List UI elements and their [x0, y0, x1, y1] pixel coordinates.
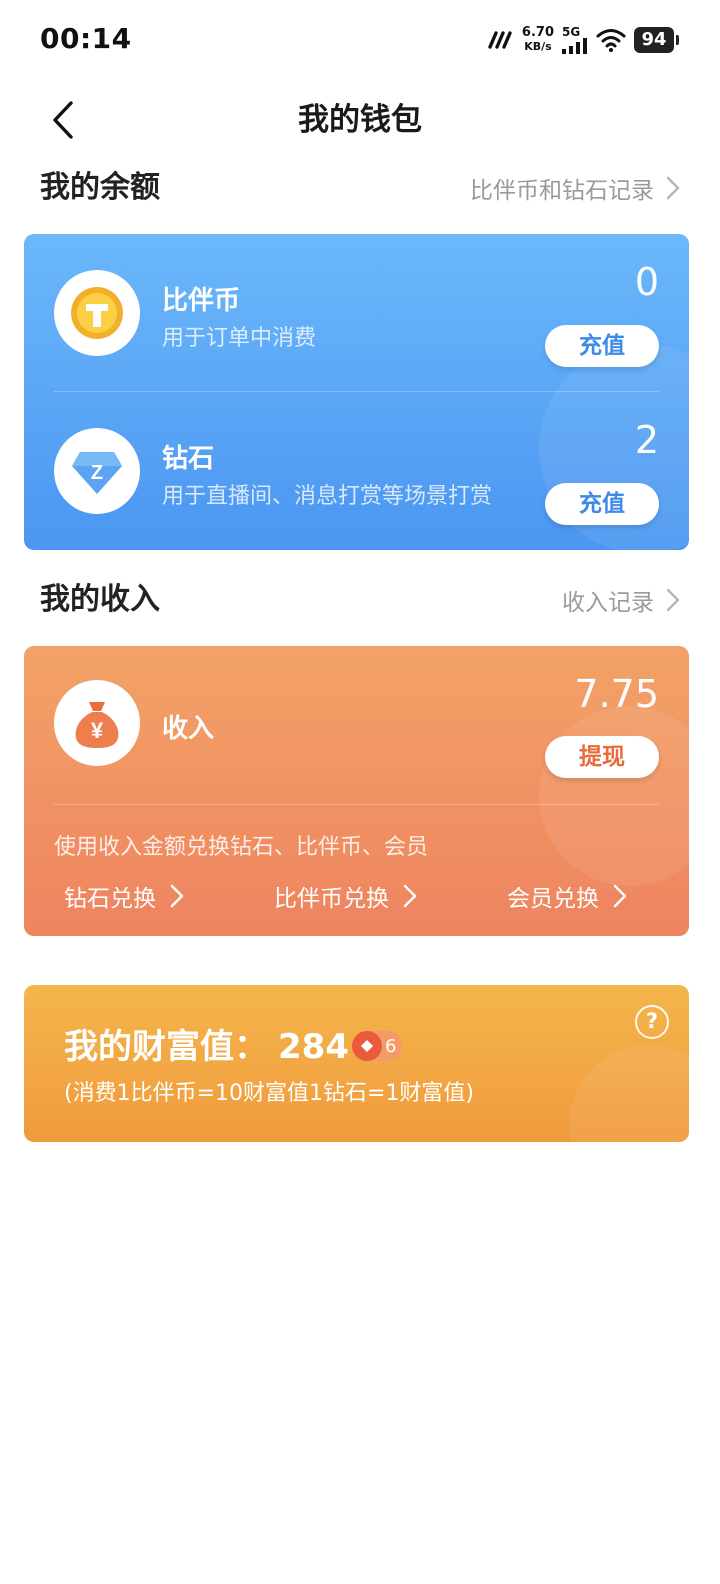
wealth-level-badge: 6 — [352, 1031, 402, 1061]
coin-row: 比伴币 用于订单中消费 0 充值 — [24, 234, 689, 392]
coin-balance: 0 — [634, 260, 659, 304]
balance-record-link[interactable]: 比伴币和钻石记录 — [470, 166, 680, 210]
balance-section-header: 我的余额 比伴币和钻石记录 — [40, 166, 680, 210]
vip-exchange-link[interactable]: 会员兑换 — [507, 878, 627, 914]
app-activity-icon — [488, 31, 512, 49]
gold-coin-icon — [71, 287, 123, 339]
wealth-value: 284 — [278, 1027, 349, 1067]
money-bag-icon: ¥ — [75, 702, 119, 748]
diamond-icon — [361, 1040, 373, 1052]
income-section-header: 我的收入 收入记录 — [40, 578, 680, 622]
income-record-link[interactable]: 收入记录 — [562, 578, 680, 622]
diamond-exchange-label: 钻石兑换 — [64, 886, 156, 912]
wealth-level: 6 — [385, 1035, 397, 1057]
income-label: 收入 — [162, 714, 215, 744]
status-icons: 6.70 KB/s 5G 94 — [486, 24, 679, 56]
balance-record-label: 比伴币和钻石记录 — [470, 178, 654, 204]
card-watermark — [569, 1045, 689, 1142]
coin-icon-circle — [54, 270, 140, 356]
diamond-icon-circle: Z — [54, 428, 140, 514]
nav-bar: 我的钱包 — [0, 90, 720, 150]
wealth-note: (消费1比伴币=10财富值1钻石=1财富值) — [64, 1081, 475, 1106]
income-record-label: 收入记录 — [562, 590, 654, 616]
network-speed-value: 6.70 — [521, 25, 554, 40]
network-type: 5G — [562, 25, 581, 39]
diamond-recharge-button[interactable]: 充值 — [545, 483, 659, 525]
help-icon[interactable]: ? — [635, 1005, 669, 1039]
diamond-desc: 用于直播间、消息打赏等场景打赏 — [162, 484, 493, 509]
income-title: 我的收入 — [40, 582, 160, 617]
diamond-icon: Z — [72, 452, 122, 494]
coin-exchange-label: 比伴币兑换 — [274, 886, 389, 912]
coin-recharge-button[interactable]: 充值 — [545, 325, 659, 367]
coin-exchange-link[interactable]: 比伴币兑换 — [274, 878, 417, 914]
status-bar: 00:14 6.70 KB/s 5G 94 — [0, 0, 720, 80]
diamond-exchange-link[interactable]: 钻石兑换 — [64, 878, 184, 914]
income-icon-circle: ¥ — [54, 680, 140, 766]
wealth-label: 我的财富值： — [64, 1027, 268, 1067]
network-speed: 6.70 KB/s — [522, 26, 554, 54]
battery-indicator: 94 — [634, 27, 679, 53]
signal-icon — [562, 38, 587, 54]
withdraw-button[interactable]: 提现 — [545, 736, 659, 778]
level-diamond-icon — [352, 1031, 382, 1061]
coin-name: 比伴币 — [162, 286, 241, 316]
coin-desc: 用于订单中消费 — [162, 326, 317, 351]
income-amount: 7.75 — [574, 672, 659, 716]
diamond-icon-letter: Z — [91, 462, 103, 484]
diamond-balance: 2 — [634, 418, 659, 462]
wallet-page: 00:14 6.70 KB/s 5G 94 我的钱包 我的余额 比伴币和钻石记录… — [0, 0, 720, 1584]
money-bag-symbol: ¥ — [91, 718, 104, 743]
balance-title: 我的余额 — [40, 170, 160, 205]
chevron-right-icon — [403, 884, 417, 908]
card-watermark — [539, 706, 689, 886]
wealth-card: 我的财富值： 284 6 (消费1比伴币=10财富值1钻石=1财富值) ? — [24, 985, 689, 1142]
vip-exchange-label: 会员兑换 — [507, 886, 599, 912]
divider — [54, 804, 659, 805]
network-speed-unit: KB/s — [524, 40, 552, 53]
diamond-row: Z 钻石 用于直播间、消息打赏等场景打赏 2 充值 — [24, 392, 689, 550]
diamond-name: 钻石 — [162, 444, 215, 474]
chevron-right-icon — [613, 884, 627, 908]
balance-card: 比伴币 用于订单中消费 0 充值 Z 钻石 用于直播间、消息打赏等场景打赏 2 … — [24, 234, 689, 550]
chevron-right-icon — [666, 176, 680, 200]
wifi-icon — [596, 29, 626, 52]
page-title: 我的钱包 — [298, 102, 422, 138]
income-card: ¥ 收入 7.75 提现 使用收入金额兑换钻石、比伴币、会员 钻石兑换 比伴币兑… — [24, 646, 689, 936]
chevron-right-icon — [170, 884, 184, 908]
status-time: 00:14 — [40, 22, 132, 55]
income-exchange-note: 使用收入金额兑换钻石、比伴币、会员 — [54, 835, 429, 860]
chevron-right-icon — [666, 588, 680, 612]
cellular-status: 5G — [562, 26, 588, 54]
